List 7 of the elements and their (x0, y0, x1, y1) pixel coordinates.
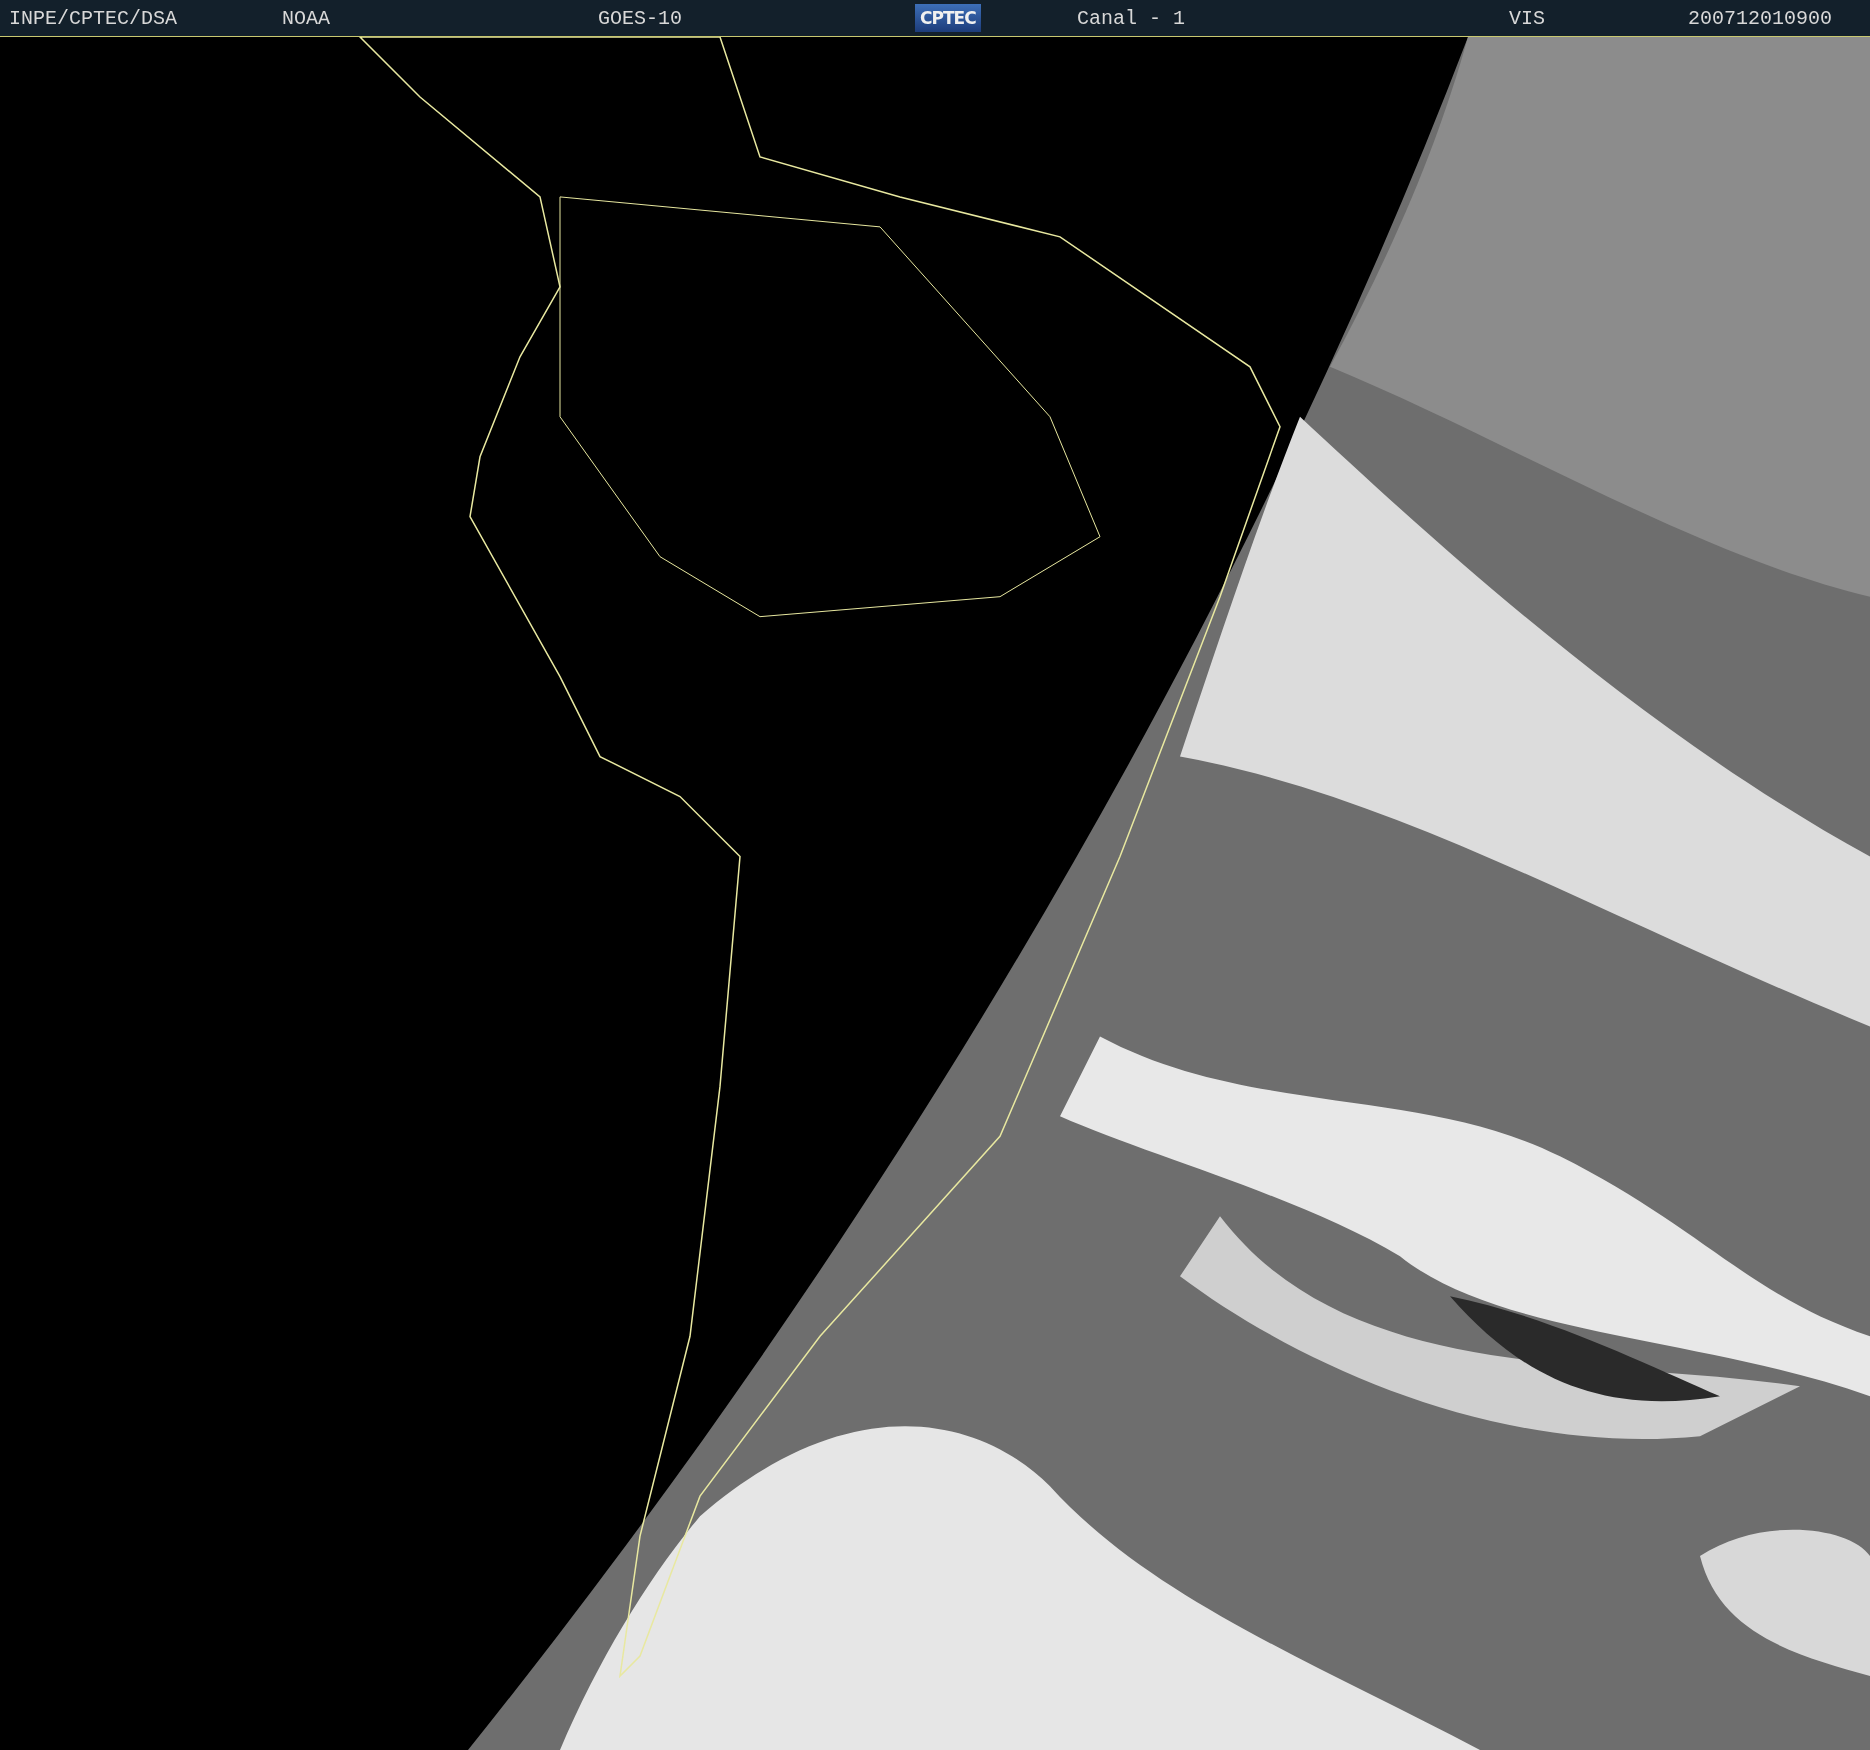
header-label: Canal - 1 (1077, 6, 1186, 30)
header-label: NOAA (282, 6, 330, 30)
header-label: INPE/CPTEC/DSA (9, 6, 178, 30)
header-label: VIS (1509, 6, 1545, 30)
logo: CPTEC (915, 4, 981, 32)
header-label: 200712010900 (1688, 6, 1833, 30)
header-label: GOES-10 (598, 6, 682, 30)
